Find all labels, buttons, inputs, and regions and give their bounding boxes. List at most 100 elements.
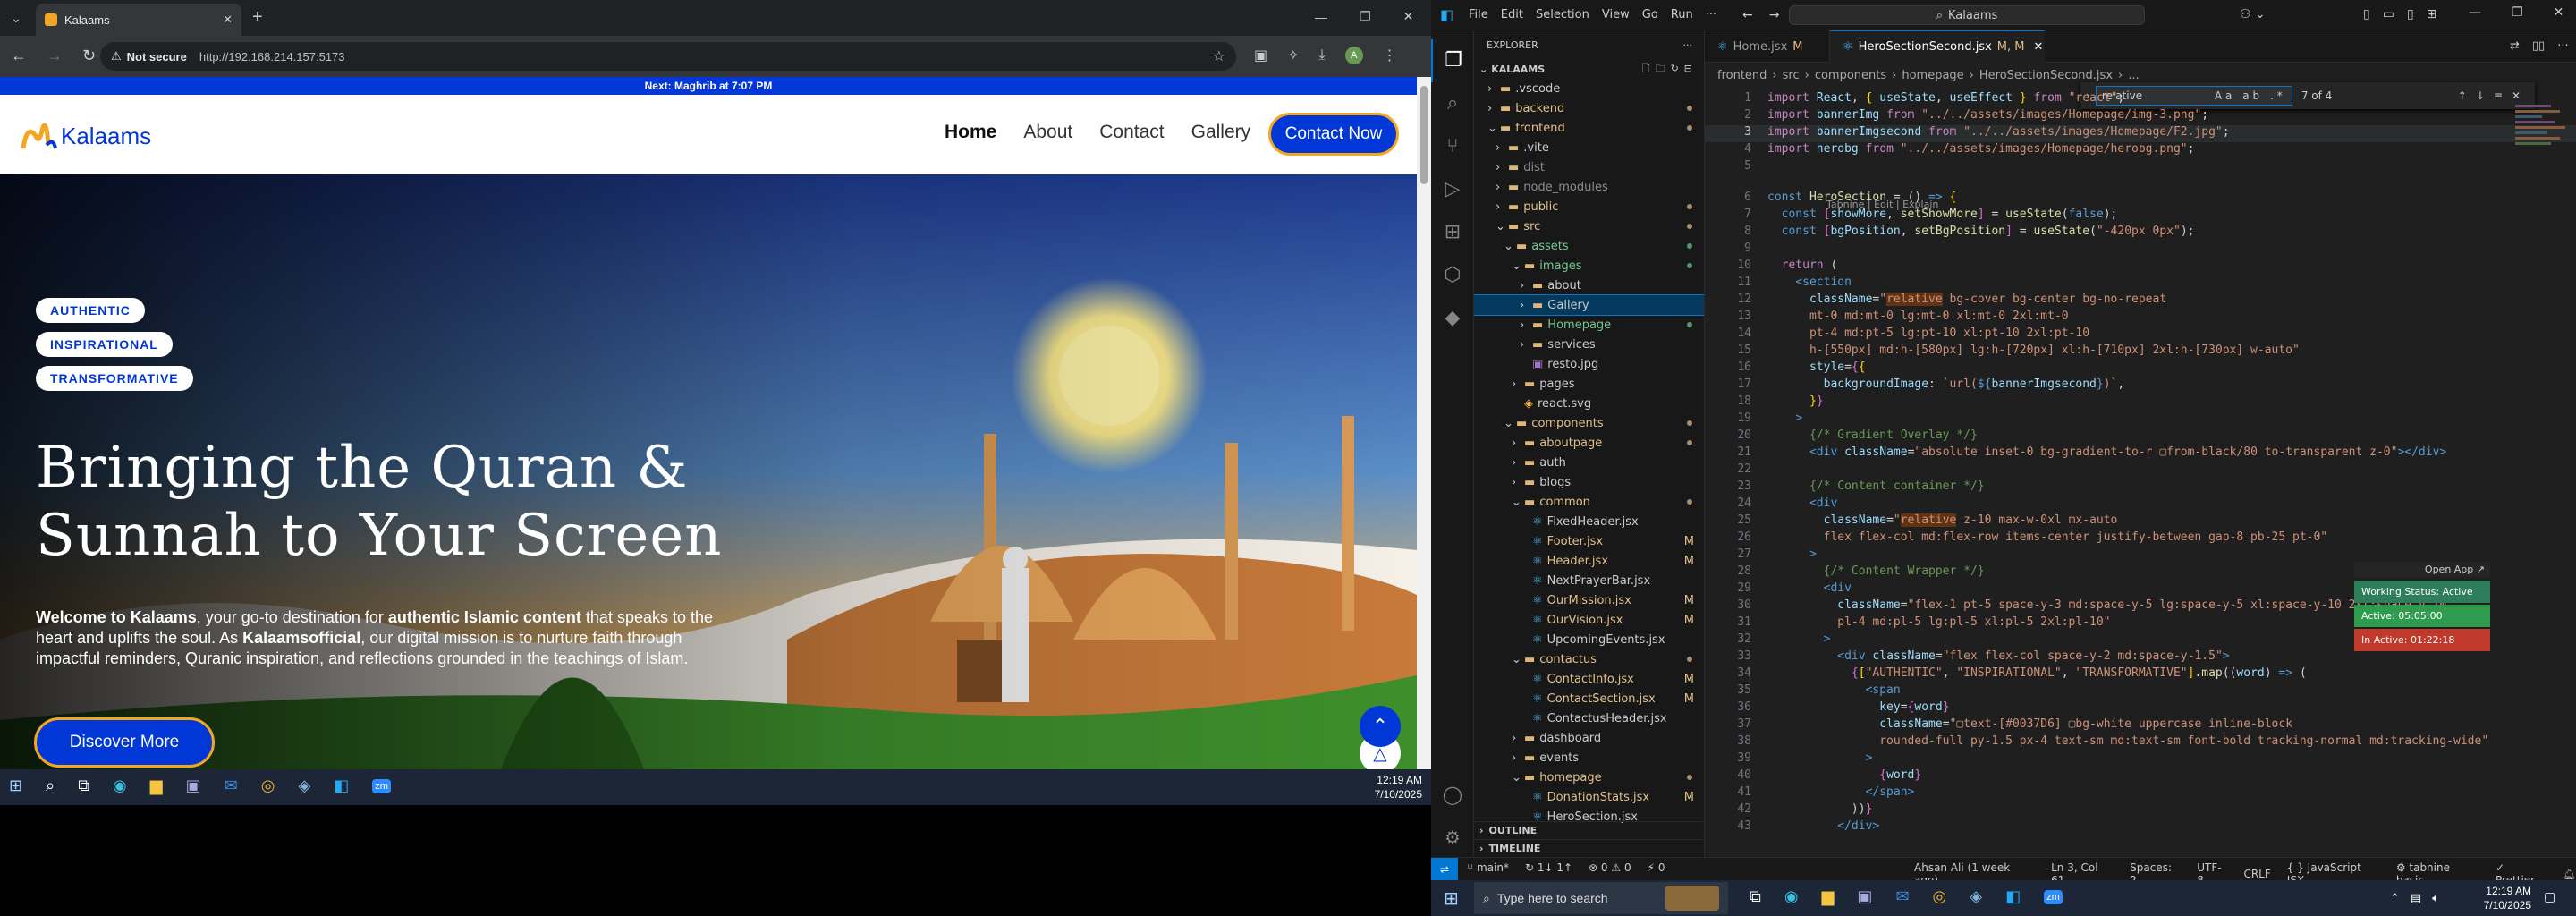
menu-item-4[interactable]: Go	[1642, 8, 1658, 21]
breadcrumb-item[interactable]: frontend	[1717, 69, 1767, 82]
tray-overflow-icon[interactable]: ⌃	[2390, 891, 2400, 905]
scrollbar-thumb[interactable]	[1420, 86, 1428, 184]
eol-status[interactable]: CRLF	[2243, 868, 2270, 880]
accounts-icon[interactable]: ◯	[1431, 773, 1474, 816]
search-icon[interactable]: ⌕	[1431, 82, 1474, 125]
explorer-icon[interactable]: ❐	[1431, 39, 1474, 82]
forward-icon[interactable]: →	[47, 47, 63, 65]
timeline-section[interactable]: › TIMELINE	[1474, 839, 1704, 857]
store-icon[interactable]: ▣	[1857, 887, 1872, 906]
tree-item[interactable]: ⚛ ContactInfo.jsx M	[1474, 669, 1704, 689]
tree-item[interactable]: › ▬ Homepage	[1474, 315, 1704, 335]
breadcrumb-item[interactable]: src	[1783, 69, 1800, 82]
tree-item[interactable]: › ▬ .vite	[1474, 138, 1704, 157]
file-explorer-icon[interactable]: ▆	[150, 776, 163, 795]
reload-icon[interactable]: ↻	[82, 47, 96, 65]
code-line[interactable]: 13 mt-0 md:mt-0 lg:mt-0 xl:mt-0 2xl:mt-0	[1705, 310, 2576, 327]
zoom-icon[interactable]: zm	[2044, 889, 2063, 904]
clock-time-left[interactable]: 12:19 AM	[1368, 773, 1422, 787]
sync-status[interactable]: ↻ 1↓ 1↑	[1525, 861, 1572, 874]
code-line[interactable]: 9	[1705, 242, 2576, 259]
zoom-icon[interactable]: zm	[372, 778, 391, 793]
tree-item[interactable]: ⚛ UpcomingEvents.jsx	[1474, 630, 1704, 649]
code-line[interactable]: 7 const [showMore, setShowMore] = useSta…	[1705, 208, 2576, 225]
code-line[interactable]: 33 <div className="flex flex-col space-y…	[1705, 649, 2576, 666]
code-line[interactable]: 21 <div className="absolute inset-0 bg-g…	[1705, 445, 2576, 462]
toggle-sidebar-icon[interactable]: ▯	[2363, 7, 2370, 21]
extensions-puzzle-icon[interactable]: ✧	[1287, 47, 1299, 64]
nav-contact[interactable]: Contact	[1099, 122, 1164, 143]
windows-start-icon[interactable]: ⊞	[1444, 887, 1459, 910]
back-icon[interactable]: ←	[11, 47, 27, 65]
tree-item[interactable]: › ▬ auth	[1474, 453, 1704, 472]
task-view-icon[interactable]: ⧉	[78, 776, 89, 795]
breadcrumb-item[interactable]: homepage	[1902, 69, 1963, 82]
code-view[interactable]: 1 import React, { useState, useEffect } f…	[1705, 91, 2576, 857]
nav-home[interactable]: Home	[945, 122, 996, 143]
volume-icon[interactable]: 🔈︎	[2432, 891, 2439, 905]
vscode-minimize-icon[interactable]: —	[2469, 5, 2481, 20]
menu-item-3[interactable]: View	[1602, 8, 1630, 21]
code-line[interactable]: 17 backgroundImage: `url(${bannerImgseco…	[1705, 377, 2576, 394]
address-bar[interactable]: ⚠ Not secure http://192.168.214.157:5173…	[100, 42, 1236, 71]
store-icon[interactable]: ▣	[186, 776, 201, 795]
tree-item[interactable]: ⌄ ▬ frontend	[1474, 118, 1704, 138]
profile-avatar[interactable]: A	[1344, 47, 1363, 64]
explorer-more-icon[interactable]: ···	[1683, 39, 1693, 51]
split-editor-icon[interactable]: ▯▯	[2532, 39, 2545, 53]
tree-item[interactable]: › ▬ dashboard	[1474, 728, 1704, 748]
url-text[interactable]: http://192.168.214.157:5173	[199, 50, 345, 64]
explorer-actions[interactable]: 🗋🗀↻⊟	[1642, 61, 1698, 78]
tab-close-icon[interactable]: ✕	[223, 13, 233, 27]
minimap[interactable]	[2515, 102, 2569, 209]
tree-item[interactable]: › ▬ backend	[1474, 98, 1704, 118]
browser-menu-icon[interactable]: ⋮	[1383, 47, 1397, 64]
extension-icon[interactable]: ▣	[1254, 47, 1267, 64]
breadcrumb-item[interactable]: HeroSectionSecond.jsx	[1979, 69, 2113, 82]
close-window-icon[interactable]: ✕	[1403, 9, 1414, 24]
code-line[interactable]: 12 className="relative bg-cover bg-cente…	[1705, 293, 2576, 310]
tab-home-jsx[interactable]: ⚛ Home.jsx M	[1705, 30, 1830, 63]
code-line[interactable]: 18 }}	[1705, 394, 2576, 411]
contact-now-button[interactable]: Contact Now	[1268, 113, 1399, 156]
tree-item[interactable]: ⚛ NextPrayerBar.jsx	[1474, 571, 1704, 590]
code-line[interactable]: 2 import bannerImg from "../../assets/ima…	[1705, 108, 2576, 125]
teams-icon[interactable]: ◈	[298, 776, 310, 795]
task-view-icon[interactable]: ⧉	[1750, 887, 1761, 906]
chrome-icon[interactable]: ◎	[261, 776, 275, 795]
breadcrumb-item[interactable]: ...	[2128, 69, 2139, 82]
code-line[interactable]: 39 >	[1705, 751, 2576, 768]
tree-item[interactable]: ⚛ DonationStats.jsx M	[1474, 787, 1704, 807]
workspace-header[interactable]: ⌄ KALAAMS 🗋🗀↻⊟	[1474, 59, 1704, 79]
tab-close-icon[interactable]: ✕	[2034, 40, 2044, 54]
code-line[interactable]: 8 const [bgPosition, setBgPosition] = us…	[1705, 225, 2576, 242]
tab-search-icon[interactable]: ⌄	[5, 7, 27, 29]
tree-item[interactable]: ⌄ ▬ contactus	[1474, 649, 1704, 669]
code-line[interactable]: 23 {/* Content container */}	[1705, 479, 2576, 496]
toggle-secondary-icon[interactable]: ▯	[2407, 7, 2414, 21]
menu-item-2[interactable]: Selection	[1536, 8, 1589, 21]
tree-item[interactable]: ⚛ OurMission.jsx M	[1474, 590, 1704, 610]
outlook-icon[interactable]: ✉	[225, 776, 238, 795]
open-app-link[interactable]: Open App ↗	[2354, 562, 2490, 577]
ports-status[interactable]: ⚡ 0	[1648, 861, 1665, 874]
tree-item[interactable]: › ▬ aboutpage	[1474, 433, 1704, 453]
edge-icon[interactable]: ◉	[1784, 887, 1799, 906]
clock-date-left[interactable]: 7/10/2025	[1368, 787, 1422, 802]
tree-item[interactable]: ⚛ OurVision.jsx M	[1474, 610, 1704, 630]
nav-back-icon[interactable]: ←	[1742, 8, 1753, 22]
branch-status[interactable]: ⑂ main*	[1467, 861, 1509, 874]
code-line[interactable]: 25 className="relative z-10 max-w-0xl mx…	[1705, 513, 2576, 530]
minimize-icon[interactable]: —	[1315, 10, 1327, 24]
code-line[interactable]: 41 </span>	[1705, 785, 2576, 802]
vscode-taskbar-icon[interactable]: ◧	[2005, 887, 2021, 906]
code-line[interactable]: 5	[1705, 159, 2576, 176]
code-line[interactable]: 34 {["AUTHENTIC", "INSPIRATIONAL", "TRAN…	[1705, 666, 2576, 683]
code-line[interactable]: 36 key={word}	[1705, 700, 2576, 717]
command-center[interactable]: ⌕ Kalaams	[1789, 5, 2145, 25]
toggle-panel-icon[interactable]: ▭	[2383, 7, 2394, 21]
code-line[interactable]: 35 <span	[1705, 683, 2576, 700]
tree-item[interactable]: ⚛ ContactSection.jsx M	[1474, 689, 1704, 708]
remote-indicator[interactable]: ⇌	[1431, 858, 1458, 880]
maximize-icon[interactable]: ❐	[1360, 9, 1371, 24]
